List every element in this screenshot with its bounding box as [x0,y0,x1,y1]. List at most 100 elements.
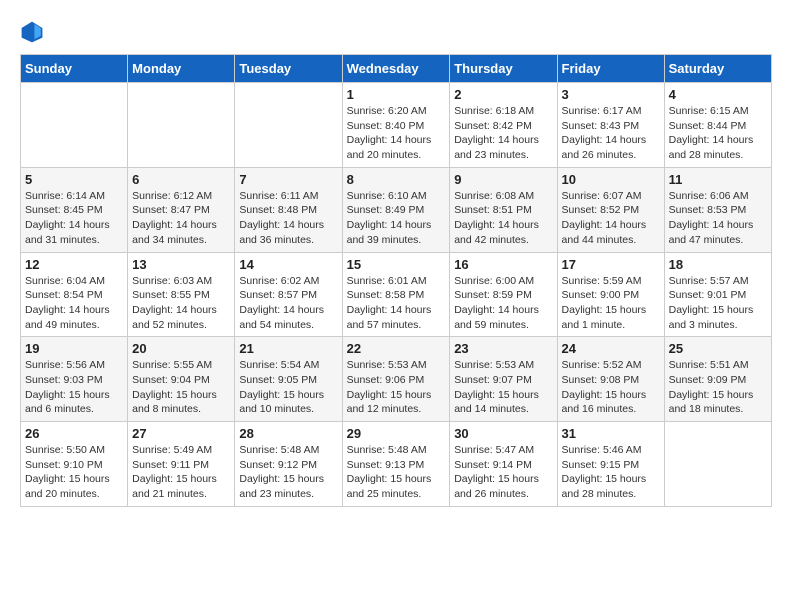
day-number: 26 [25,426,123,441]
day-number: 22 [347,341,446,356]
day-cell: 5Sunrise: 6:14 AM Sunset: 8:45 PM Daylig… [21,167,128,252]
day-info: Sunrise: 5:52 AM Sunset: 9:08 PM Dayligh… [562,358,660,417]
day-number: 19 [25,341,123,356]
day-number: 10 [562,172,660,187]
day-info: Sunrise: 6:07 AM Sunset: 8:52 PM Dayligh… [562,189,660,248]
day-info: Sunrise: 6:18 AM Sunset: 8:42 PM Dayligh… [454,104,552,163]
week-row-3: 12 Sunrise: 6:04 AM Sunset: 8:54 PM Dayli… [21,252,772,337]
week-row-5: 26Sunrise: 5:50 AM Sunset: 9:10 PM Dayli… [21,422,772,507]
header-cell-thursday: Thursday [450,55,557,83]
day-number: 18 [669,257,767,272]
day-cell: 12 Sunrise: 6:04 AM Sunset: 8:54 PM Dayli… [21,252,128,337]
day-number: 30 [454,426,552,441]
day-number: 12 [25,257,123,272]
day-info: Sunrise: 6:04 AM Sunset: 8:54 PM Dayligh… [25,274,123,333]
week-row-1: 1 Sunrise: 6:20 AM Sunset: 8:40 PM Daylig… [21,83,772,168]
day-cell: 20 Sunrise: 5:55 AM Sunset: 9:04 PM Dayli… [128,337,235,422]
day-cell: 18 Sunrise: 5:57 AM Sunset: 9:01 PM Dayli… [664,252,771,337]
week-row-4: 19 Sunrise: 5:56 AM Sunset: 9:03 PM Dayli… [21,337,772,422]
day-number: 14 [239,257,337,272]
calendar-table: SundayMondayTuesdayWednesdayThursdayFrid… [20,54,772,507]
day-number: 28 [239,426,337,441]
day-number: 13 [132,257,230,272]
day-cell: 23 Sunrise: 5:53 AM Sunset: 9:07 PM Dayli… [450,337,557,422]
day-cell: 14 Sunrise: 6:02 AM Sunset: 8:57 PM Dayli… [235,252,342,337]
header-cell-saturday: Saturday [664,55,771,83]
week-row-2: 5Sunrise: 6:14 AM Sunset: 8:45 PM Daylig… [21,167,772,252]
day-number: 15 [347,257,446,272]
day-number: 21 [239,341,337,356]
generalblue-logo-icon [20,20,44,44]
day-number: 4 [669,87,767,102]
day-cell: 27 Sunrise: 5:49 AM Sunset: 9:11 PM Dayli… [128,422,235,507]
day-number: 3 [562,87,660,102]
day-info: Sunrise: 6:00 AM Sunset: 8:59 PM Dayligh… [454,274,552,333]
day-cell: 29Sunrise: 5:48 AM Sunset: 9:13 PM Dayli… [342,422,450,507]
day-info: Sunrise: 6:15 AM Sunset: 8:44 PM Dayligh… [669,104,767,163]
day-info: Sunrise: 5:56 AM Sunset: 9:03 PM Dayligh… [25,358,123,417]
day-info: Sunrise: 5:57 AM Sunset: 9:01 PM Dayligh… [669,274,767,333]
day-cell: 17 Sunrise: 5:59 AM Sunset: 9:00 PM Dayli… [557,252,664,337]
day-cell: 8Sunrise: 6:10 AM Sunset: 8:49 PM Daylig… [342,167,450,252]
day-info: Sunrise: 5:59 AM Sunset: 9:00 PM Dayligh… [562,274,660,333]
day-info: Sunrise: 6:08 AM Sunset: 8:51 PM Dayligh… [454,189,552,248]
day-cell: 2Sunrise: 6:18 AM Sunset: 8:42 PM Daylig… [450,83,557,168]
day-number: 23 [454,341,552,356]
day-cell: 26Sunrise: 5:50 AM Sunset: 9:10 PM Dayli… [21,422,128,507]
day-cell: 4 Sunrise: 6:15 AM Sunset: 8:44 PM Daylig… [664,83,771,168]
day-info: Sunrise: 5:49 AM Sunset: 9:11 PM Dayligh… [132,443,230,502]
logo [20,20,48,44]
day-info: Sunrise: 5:47 AM Sunset: 9:14 PM Dayligh… [454,443,552,502]
day-info: Sunrise: 5:48 AM Sunset: 9:13 PM Dayligh… [347,443,446,502]
day-number: 20 [132,341,230,356]
day-number: 17 [562,257,660,272]
day-cell: 3Sunrise: 6:17 AM Sunset: 8:43 PM Daylig… [557,83,664,168]
day-info: Sunrise: 6:11 AM Sunset: 8:48 PM Dayligh… [239,189,337,248]
header-row: SundayMondayTuesdayWednesdayThursdayFrid… [21,55,772,83]
day-cell [21,83,128,168]
day-cell: 7 Sunrise: 6:11 AM Sunset: 8:48 PM Daylig… [235,167,342,252]
day-number: 1 [347,87,446,102]
day-cell: 28 Sunrise: 5:48 AM Sunset: 9:12 PM Dayli… [235,422,342,507]
header-cell-sunday: Sunday [21,55,128,83]
day-number: 6 [132,172,230,187]
day-info: Sunrise: 5:53 AM Sunset: 9:07 PM Dayligh… [454,358,552,417]
header-cell-friday: Friday [557,55,664,83]
day-number: 8 [347,172,446,187]
day-number: 25 [669,341,767,356]
day-cell [664,422,771,507]
day-cell: 10 Sunrise: 6:07 AM Sunset: 8:52 PM Dayli… [557,167,664,252]
day-cell: 31 Sunrise: 5:46 AM Sunset: 9:15 PM Dayli… [557,422,664,507]
day-cell: 30 Sunrise: 5:47 AM Sunset: 9:14 PM Dayli… [450,422,557,507]
day-number: 27 [132,426,230,441]
day-cell [235,83,342,168]
day-info: Sunrise: 5:55 AM Sunset: 9:04 PM Dayligh… [132,358,230,417]
day-cell: 1 Sunrise: 6:20 AM Sunset: 8:40 PM Daylig… [342,83,450,168]
header-cell-wednesday: Wednesday [342,55,450,83]
day-cell: 11Sunrise: 6:06 AM Sunset: 8:53 PM Dayli… [664,167,771,252]
day-cell: 24 Sunrise: 5:52 AM Sunset: 9:08 PM Dayli… [557,337,664,422]
day-info: Sunrise: 5:48 AM Sunset: 9:12 PM Dayligh… [239,443,337,502]
calendar-body: 1 Sunrise: 6:20 AM Sunset: 8:40 PM Daylig… [21,83,772,507]
day-info: Sunrise: 5:54 AM Sunset: 9:05 PM Dayligh… [239,358,337,417]
day-info: Sunrise: 6:02 AM Sunset: 8:57 PM Dayligh… [239,274,337,333]
day-number: 24 [562,341,660,356]
day-cell: 15Sunrise: 6:01 AM Sunset: 8:58 PM Dayli… [342,252,450,337]
day-cell: 9Sunrise: 6:08 AM Sunset: 8:51 PM Daylig… [450,167,557,252]
day-number: 16 [454,257,552,272]
day-cell: 21 Sunrise: 5:54 AM Sunset: 9:05 PM Dayli… [235,337,342,422]
day-cell: 6 Sunrise: 6:12 AM Sunset: 8:47 PM Daylig… [128,167,235,252]
day-number: 7 [239,172,337,187]
day-cell: 16 Sunrise: 6:00 AM Sunset: 8:59 PM Dayli… [450,252,557,337]
day-info: Sunrise: 6:20 AM Sunset: 8:40 PM Dayligh… [347,104,446,163]
day-info: Sunrise: 5:46 AM Sunset: 9:15 PM Dayligh… [562,443,660,502]
day-number: 11 [669,172,767,187]
header-cell-tuesday: Tuesday [235,55,342,83]
day-number: 31 [562,426,660,441]
day-info: Sunrise: 6:03 AM Sunset: 8:55 PM Dayligh… [132,274,230,333]
day-cell: 25Sunrise: 5:51 AM Sunset: 9:09 PM Dayli… [664,337,771,422]
day-number: 5 [25,172,123,187]
header-cell-monday: Monday [128,55,235,83]
day-info: Sunrise: 6:12 AM Sunset: 8:47 PM Dayligh… [132,189,230,248]
day-cell: 22Sunrise: 5:53 AM Sunset: 9:06 PM Dayli… [342,337,450,422]
